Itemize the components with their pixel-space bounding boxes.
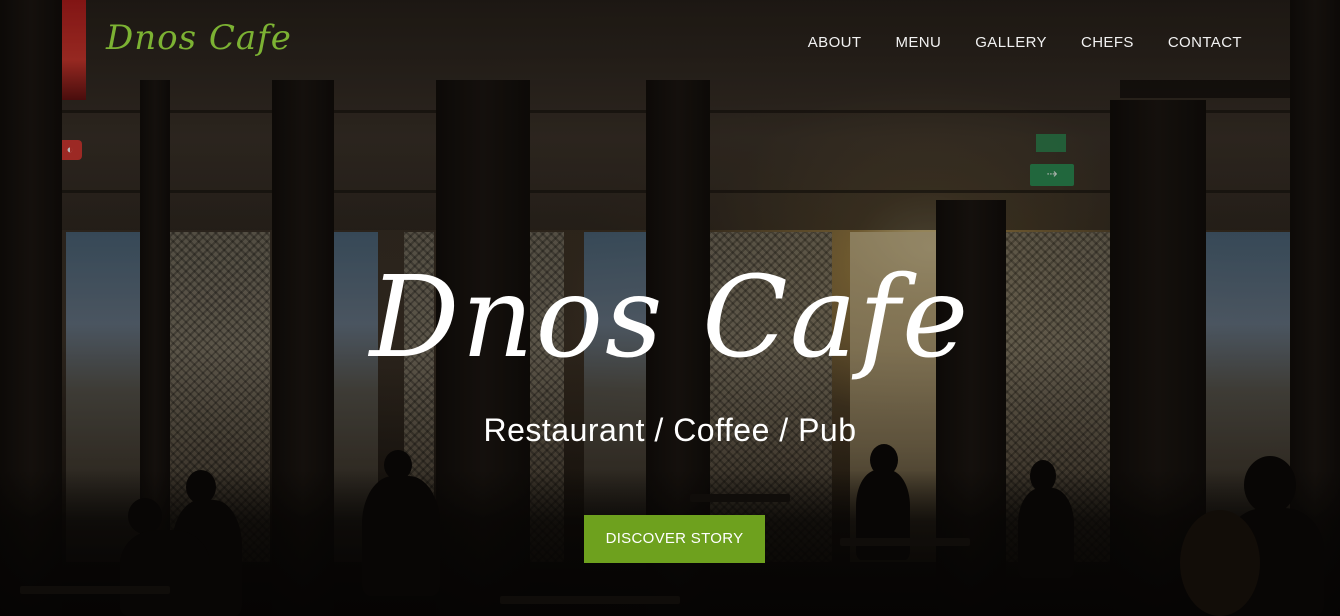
nav-item-contact[interactable]: CONTACT: [1168, 34, 1242, 51]
hero-section: ◐ ⇢ Dnos Cafe ABOUT MENU GALLERY CHEFS C…: [0, 0, 1340, 616]
nav-item-menu[interactable]: MENU: [895, 34, 941, 51]
hero-title: Dnos Cafe: [369, 253, 971, 383]
discover-story-button[interactable]: DISCOVER STORY: [584, 515, 765, 563]
main-navigation: ABOUT MENU GALLERY CHEFS CONTACT: [808, 34, 1242, 51]
nav-item-chefs[interactable]: CHEFS: [1081, 34, 1134, 51]
nav-item-about[interactable]: ABOUT: [808, 34, 862, 51]
hero-subtitle: Restaurant / Coffee / Pub: [483, 412, 857, 448]
nav-item-gallery[interactable]: GALLERY: [975, 34, 1047, 51]
site-logo[interactable]: Dnos Cafe: [106, 18, 292, 58]
